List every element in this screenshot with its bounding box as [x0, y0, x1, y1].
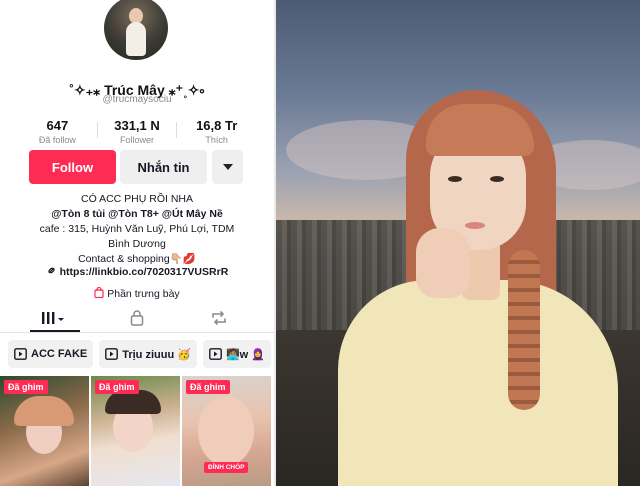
thumbnail-hair — [14, 396, 74, 426]
braid — [508, 250, 540, 410]
link-icon — [48, 267, 55, 274]
video-thumbnail[interactable]: Đã ghim — [91, 376, 180, 486]
eye — [448, 176, 462, 182]
featured-photo — [276, 0, 640, 486]
playlist-icon — [209, 348, 222, 360]
repost-icon — [212, 311, 226, 325]
bio-line: cafe : 315, Huỳnh Văn Luỹ, Phú Lợi, TDM — [39, 223, 235, 235]
playlist-label: 🧑🏽‍💻w 🧕 — [225, 348, 265, 361]
avatar-dress — [126, 22, 146, 56]
showcase-label: Phần trưng bày — [107, 288, 180, 300]
pinned-badge: Đã ghim — [186, 380, 230, 394]
showcase-link[interactable]: Phần trưng bày — [0, 286, 274, 300]
eye — [490, 176, 504, 182]
playlist-chip[interactable]: 🧑🏽‍💻w 🧕 — [202, 340, 271, 368]
playlist-chip[interactable]: Trịu ziuuu 🥳 — [99, 340, 197, 368]
video-grid: Đã ghim Đã ghim Đã ghim ĐỈNH CHÓP — [0, 376, 274, 486]
pinned-badge: Đã ghim — [95, 380, 139, 394]
stat-likes[interactable]: 16,8 Tr Thích — [177, 118, 256, 145]
playlist-icon — [14, 348, 27, 360]
stat-label: Thích — [205, 135, 228, 145]
bio-line: Bình Dương — [108, 238, 166, 250]
profile-tabs — [0, 302, 274, 333]
stat-followers[interactable]: 331,1 N Follower — [98, 118, 177, 145]
stat-value: 331,1 N — [114, 118, 160, 133]
link-text: https://linkbio.co/7020317VUSRrR — [59, 266, 229, 278]
message-button[interactable]: Nhắn tin — [120, 150, 207, 184]
pinned-badge: Đã ghim — [4, 380, 48, 394]
dress — [338, 280, 618, 486]
stats-row: 647 Đã follow 331,1 N Follower 16,8 Tr T… — [18, 118, 256, 145]
bag-icon — [94, 286, 104, 299]
video-caption-sticker: ĐỈNH CHÓP — [204, 462, 249, 473]
video-thumbnail[interactable]: Đã ghim ĐỈNH CHÓP — [182, 376, 271, 486]
bio-mentions[interactable]: @Tòn 8 tủi @Tòn T8+ @Út Mây Nề — [0, 207, 274, 222]
username: @trucmaysociu — [102, 94, 172, 105]
stat-label: Follower — [120, 135, 155, 145]
avatar[interactable] — [104, 0, 168, 60]
hand — [416, 228, 470, 298]
thumbnail-face — [198, 396, 254, 466]
stat-following[interactable]: 647 Đã follow — [18, 118, 97, 145]
playlist-row: ACC FAKE Trịu ziuuu 🥳 🧑🏽‍💻w 🧕 — [8, 340, 274, 370]
lock-icon — [130, 310, 144, 326]
profile-panel: ˚✧₊⁎ Trúc Mây ⁎⁺˳✧༚ @trucmaysociu 647 Đã… — [0, 0, 274, 486]
follow-button[interactable]: Follow — [29, 150, 116, 184]
chevron-down-icon — [222, 164, 233, 170]
bio-line: CÓ ACC PHỤ RỒI NHA — [80, 193, 193, 205]
stat-value: 16,8 Tr — [196, 118, 238, 133]
playlist-label: Trịu ziuuu 🥳 — [122, 348, 191, 361]
stat-label: Đã follow — [38, 135, 76, 145]
playlist-icon — [105, 348, 119, 360]
lips — [465, 222, 485, 229]
tab-reposts[interactable] — [204, 308, 234, 328]
playlist-label: ACC FAKE — [31, 348, 88, 360]
tab-videos[interactable] — [38, 308, 68, 328]
grid-icon — [42, 312, 64, 324]
active-tab-indicator — [30, 330, 80, 332]
more-options-button[interactable] — [212, 150, 243, 184]
video-thumbnail[interactable]: Đã ghim — [0, 376, 89, 486]
bio-link[interactable]: https://linkbio.co/7020317VUSRrR — [0, 265, 274, 278]
playlist-chip[interactable]: ACC FAKE — [8, 340, 94, 368]
tab-private[interactable] — [122, 308, 152, 328]
stat-value: 647 — [46, 118, 69, 133]
